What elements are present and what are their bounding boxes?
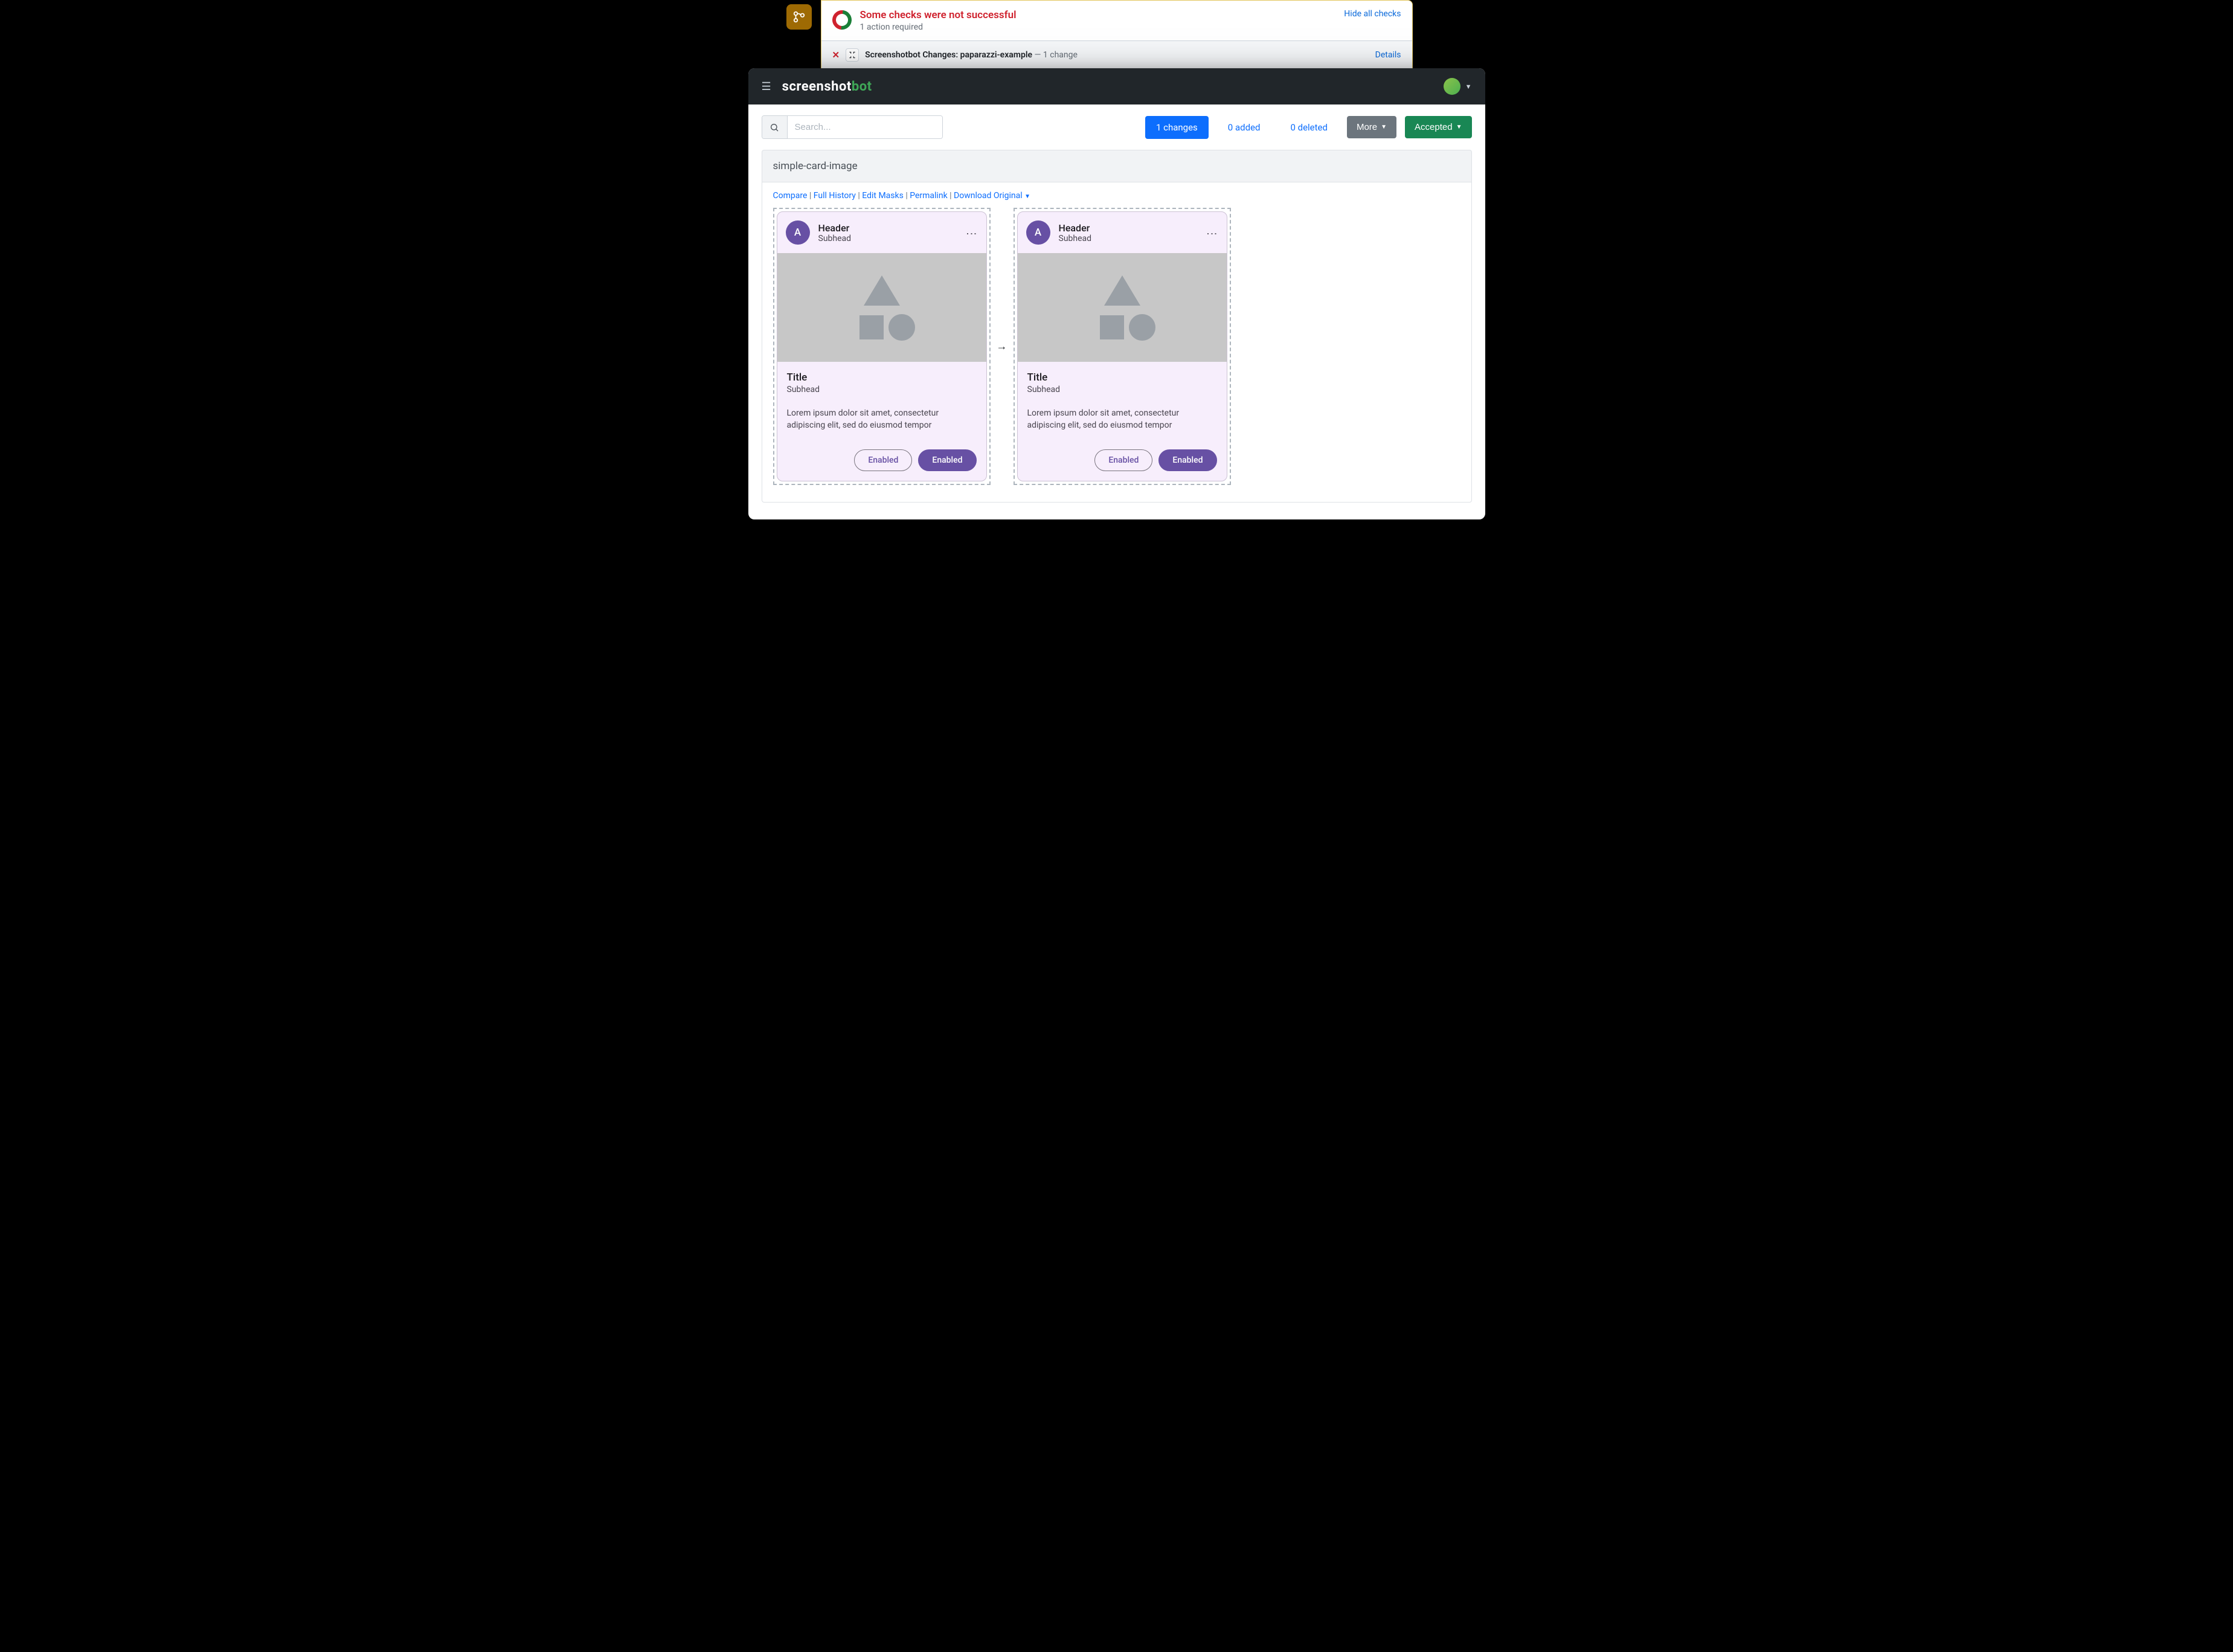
filled-button[interactable]: Enabled bbox=[1158, 449, 1216, 471]
card-title-subhead: Subhead bbox=[1027, 385, 1217, 394]
card-title-subhead: Subhead bbox=[787, 385, 977, 394]
screenshotbot-app-icon bbox=[846, 48, 859, 62]
arrow-right-icon: → bbox=[997, 340, 1007, 353]
card-header-title: Header bbox=[1059, 222, 1197, 234]
changes-count-pill[interactable]: 1 changes bbox=[1145, 116, 1209, 139]
permalink-link[interactable]: Permalink bbox=[910, 191, 947, 201]
user-avatar[interactable] bbox=[1444, 78, 1460, 95]
search-button[interactable] bbox=[762, 116, 788, 138]
card-avatar: A bbox=[786, 220, 810, 245]
hamburger-menu-icon[interactable]: ☰ bbox=[762, 80, 771, 93]
card-media-placeholder bbox=[1018, 253, 1227, 362]
checks-title: Some checks were not successful bbox=[860, 9, 1345, 21]
filled-button[interactable]: Enabled bbox=[918, 449, 976, 471]
check-name: Screenshotbot Changes: paparazzi-example bbox=[865, 50, 1032, 60]
accepted-button[interactable]: Accepted▼ bbox=[1405, 116, 1471, 138]
check-suffix: — 1 change bbox=[1032, 50, 1078, 60]
card-header-subhead: Subhead bbox=[1059, 234, 1197, 243]
download-original-link[interactable]: Download Original ▼ bbox=[954, 191, 1030, 201]
check-row: ✕ Screenshotbot Changes: paparazzi-examp… bbox=[821, 41, 1412, 69]
screenshotbot-window: ☰ screenshotbot ▼ 1 changes 0 added 0 de… bbox=[748, 68, 1485, 519]
card-avatar: A bbox=[1026, 220, 1050, 245]
before-screenshot[interactable]: A Header Subhead ⋮ bbox=[773, 208, 991, 485]
search-input[interactable] bbox=[788, 116, 942, 138]
sample-card: A Header Subhead ⋮ bbox=[777, 211, 987, 481]
card-body-text: Lorem ipsum dolor sit amet, consectetur … bbox=[787, 408, 977, 431]
more-vert-icon[interactable]: ⋮ bbox=[965, 228, 978, 237]
diff-row: A Header Subhead ⋮ bbox=[773, 208, 1460, 485]
deleted-count-link[interactable]: 0 deleted bbox=[1279, 116, 1338, 139]
test-body: Compare | Full History | Edit Masks | Pe… bbox=[762, 182, 1472, 503]
shapes-placeholder-icon bbox=[843, 268, 921, 347]
test-name-header: simple-card-image bbox=[762, 150, 1472, 182]
hide-all-checks-link[interactable]: Hide all checks bbox=[1344, 9, 1401, 19]
chevron-down-icon: ▼ bbox=[1456, 124, 1462, 130]
search-icon bbox=[770, 123, 779, 132]
status-ring-icon bbox=[828, 6, 855, 33]
sample-card: A Header Subhead ⋮ bbox=[1017, 211, 1227, 481]
x-fail-icon: ✕ bbox=[832, 50, 840, 60]
full-history-link[interactable]: Full History bbox=[814, 191, 856, 201]
more-button[interactable]: More▼ bbox=[1347, 116, 1396, 138]
toolbar: 1 changes 0 added 0 deleted More▼ Accept… bbox=[748, 104, 1485, 150]
card-header-subhead: Subhead bbox=[818, 234, 957, 243]
chevron-down-icon: ▼ bbox=[1024, 193, 1030, 200]
after-screenshot[interactable]: A Header Subhead ⋮ bbox=[1014, 208, 1231, 485]
search-group bbox=[762, 115, 943, 139]
compare-link[interactable]: Compare bbox=[773, 191, 808, 201]
more-vert-icon[interactable]: ⋮ bbox=[1206, 228, 1218, 237]
app-header: ☰ screenshotbot ▼ bbox=[748, 68, 1485, 104]
github-checks-panel: Some checks were not successful 1 action… bbox=[821, 0, 1413, 69]
card-media-placeholder bbox=[777, 253, 986, 362]
check-details-link[interactable]: Details bbox=[1375, 50, 1401, 60]
card-title: Title bbox=[787, 371, 977, 384]
git-merge-icon bbox=[786, 4, 812, 30]
edit-masks-link[interactable]: Edit Masks bbox=[862, 191, 904, 201]
brand-logo[interactable]: screenshotbot bbox=[782, 79, 872, 94]
action-links-row: Compare | Full History | Edit Masks | Pe… bbox=[773, 191, 1460, 201]
outline-button[interactable]: Enabled bbox=[854, 449, 912, 471]
checks-subtitle: 1 action required bbox=[860, 22, 1345, 32]
added-count-link[interactable]: 0 added bbox=[1217, 116, 1271, 139]
shapes-placeholder-icon bbox=[1083, 268, 1161, 347]
card-header-title: Header bbox=[818, 222, 957, 234]
card-title: Title bbox=[1027, 371, 1217, 384]
outline-button[interactable]: Enabled bbox=[1094, 449, 1152, 471]
chevron-down-icon: ▼ bbox=[1381, 124, 1387, 130]
user-menu-caret-icon[interactable]: ▼ bbox=[1465, 83, 1472, 91]
card-body-text: Lorem ipsum dolor sit amet, consectetur … bbox=[1027, 408, 1217, 431]
